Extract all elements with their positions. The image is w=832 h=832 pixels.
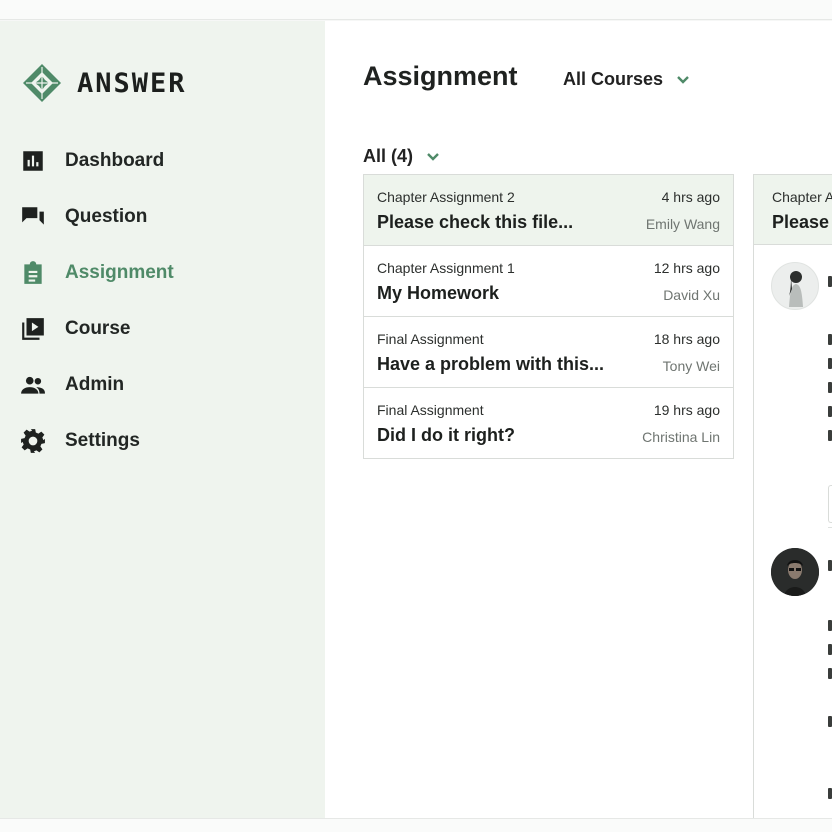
- sidebar: ANSWER Dashboard Question Assignment Cou…: [0, 21, 325, 818]
- sidebar-item-label: Assignment: [65, 262, 174, 283]
- message-text-fragment: [828, 430, 832, 441]
- clipboard-icon: [20, 260, 46, 286]
- sidebar-item-dashboard[interactable]: Dashboard: [20, 133, 310, 189]
- sidebar-item-assignment[interactable]: Assignment: [20, 245, 310, 301]
- assignment-time: 4 hrs ago: [661, 189, 720, 205]
- assignment-detail-panel: Chapter A Please: [753, 174, 832, 818]
- message-text-fragment: [828, 644, 832, 655]
- sidebar-item-label: Settings: [65, 430, 140, 451]
- assignment-chapter: Chapter Assignment 1: [377, 260, 515, 276]
- assignment-author: Christina Lin: [642, 429, 720, 445]
- message-text-fragment: [828, 334, 832, 345]
- sidebar-item-settings[interactable]: Settings: [20, 413, 310, 469]
- avatar[interactable]: [771, 262, 819, 310]
- person-photo-icon: [771, 548, 819, 596]
- gear-icon: [20, 428, 46, 454]
- assignment-chapter: Final Assignment: [377, 402, 484, 418]
- chat-bubbles-icon: [20, 204, 46, 230]
- message-text-fragment: [828, 668, 832, 679]
- course-filter-value: All Courses: [563, 69, 664, 89]
- attachment-box[interactable]: [828, 485, 832, 523]
- sidebar-item-label: Admin: [65, 374, 125, 395]
- assignment-subject: Have a problem with this...: [377, 354, 605, 374]
- assignment-row[interactable]: Chapter Assignment 1 12 hrs ago My Homew…: [364, 246, 733, 317]
- chevron-down-icon: [425, 149, 441, 165]
- message-text-fragment: [828, 788, 832, 799]
- assignment-chapter: Chapter Assignment 2: [377, 189, 515, 205]
- assignment-subject: Please check this file...: [377, 212, 574, 232]
- detail-header: Chapter A Please: [754, 174, 832, 245]
- assignment-subject: My Homework: [377, 283, 500, 303]
- assignment-row[interactable]: Final Assignment 19 hrs ago Did I do it …: [364, 388, 733, 458]
- assignment-list: Chapter Assignment 2 4 hrs ago Please ch…: [363, 174, 734, 459]
- sidebar-item-label: Course: [65, 318, 131, 339]
- course-filter-dropdown[interactable]: All Courses: [563, 69, 691, 90]
- assignment-author: Tony Wei: [662, 358, 720, 374]
- sidebar-item-admin[interactable]: Admin: [20, 357, 310, 413]
- app-window: ANSWER Dashboard Question Assignment Cou…: [0, 21, 832, 818]
- message-text-fragment: [828, 560, 832, 571]
- sidebar-item-label: Question: [65, 206, 148, 227]
- sidebar-item-course[interactable]: Course: [20, 301, 310, 357]
- bar-chart-icon: [20, 148, 46, 174]
- people-icon: [20, 372, 46, 398]
- sidebar-nav: Dashboard Question Assignment Course Adm…: [20, 133, 310, 469]
- main-content: Assignment All Courses All (4) Chapter A…: [325, 21, 832, 818]
- avatar[interactable]: [771, 548, 819, 596]
- page-title: Assignment: [363, 61, 518, 91]
- message-divider: [828, 527, 832, 528]
- assignment-author: David Xu: [663, 287, 720, 303]
- detail-chapter: Chapter A: [772, 189, 832, 205]
- brand-name: ANSWER: [77, 67, 187, 99]
- message-text-fragment: [828, 382, 832, 393]
- person-photo-icon: [789, 271, 803, 307]
- window-bottom-edge: [0, 818, 832, 832]
- detail-subject: Please: [772, 212, 830, 232]
- message-text-fragment: [828, 716, 832, 727]
- message-text-fragment: [828, 406, 832, 417]
- list-filter-value: All (4): [363, 146, 414, 166]
- assignment-time: 18 hrs ago: [653, 331, 720, 347]
- assignment-chapter: Final Assignment: [377, 331, 484, 347]
- message-text-fragment: [828, 276, 832, 287]
- assignment-row[interactable]: Chapter Assignment 2 4 hrs ago Please ch…: [364, 175, 733, 246]
- assignment-author: Emily Wang: [645, 216, 720, 232]
- assignment-time: 12 hrs ago: [653, 260, 720, 276]
- list-filter-dropdown[interactable]: All (4): [363, 146, 441, 167]
- message-text-fragment: [828, 358, 832, 369]
- chevron-down-icon: [675, 72, 691, 88]
- play-library-icon: [20, 316, 46, 342]
- assignment-subject: Did I do it right?: [377, 425, 515, 445]
- assignment-time: 19 hrs ago: [653, 402, 720, 418]
- answer-logo-icon: [23, 64, 61, 102]
- window-top-edge: [0, 0, 832, 20]
- message-text-fragment: [828, 620, 832, 631]
- sidebar-item-question[interactable]: Question: [20, 189, 310, 245]
- sidebar-item-label: Dashboard: [65, 150, 165, 171]
- brand-logo[interactable]: ANSWER: [22, 63, 187, 103]
- assignment-row[interactable]: Final Assignment 18 hrs ago Have a probl…: [364, 317, 733, 388]
